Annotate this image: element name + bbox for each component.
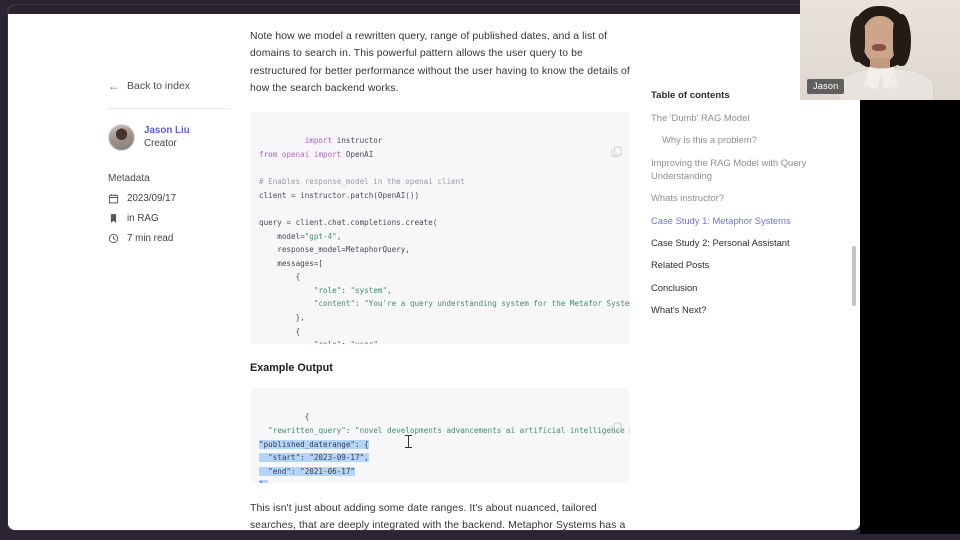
table-of-contents: Table of contents The 'Dumb' RAG Model W… <box>651 90 811 325</box>
toc-item-why-is-this-a-problem[interactable]: Why is this a problem? <box>651 133 811 146</box>
scrollbar-thumb[interactable] <box>852 246 856 306</box>
toc-item-whats-instructor[interactable]: Whats instructor? <box>651 191 811 204</box>
bookmark-icon <box>108 213 119 224</box>
sidebar-divider <box>108 108 230 109</box>
toc-item-dumb-rag-model[interactable]: The 'Dumb' RAG Model <box>651 111 811 124</box>
shared-browser-window: ← Back to index Jason Liu Creator Metada… <box>8 5 860 530</box>
calendar-icon <box>108 193 119 204</box>
webcam-person-mouth <box>872 44 886 51</box>
toc-item-conclusion[interactable]: Conclusion <box>651 281 811 294</box>
author-block: Jason Liu Creator <box>108 124 230 151</box>
toc-item-case-study-2[interactable]: Case Study 2: Personal Assistant <box>651 236 811 249</box>
avatar <box>108 124 135 151</box>
back-to-index-link[interactable]: ← Back to index <box>108 80 230 92</box>
copy-icon[interactable] <box>611 119 622 158</box>
toc-item-improving-rag-model[interactable]: Improving the RAG Model with Query Under… <box>651 156 811 183</box>
toc-heading: Table of contents <box>651 90 730 101</box>
json-output-block[interactable]: { "rewritten_query": "novel developments… <box>250 387 630 483</box>
example-output-heading: Example Output <box>250 361 333 374</box>
python-code-block[interactable]: import instructor from openai import Ope… <box>250 111 630 344</box>
participant-name-badge: Jason <box>807 79 845 94</box>
back-to-index-label: Back to index <box>127 80 191 92</box>
webcam-person-hair-left <box>850 16 865 62</box>
article-sidebar: ← Back to index Jason Liu Creator Metada… <box>108 80 230 244</box>
metadata-row-category: in RAG <box>108 213 230 224</box>
closing-paragraph: This isn't just about adding some date r… <box>250 502 626 530</box>
article-body: Note how we model a rewritten query, ran… <box>250 28 630 530</box>
arrow-left-icon: ← <box>108 79 120 93</box>
video-stage-background <box>860 100 960 540</box>
window-titlebar <box>8 5 860 14</box>
screen-share-view: ← Back to index Jason Liu Creator Metada… <box>0 0 960 540</box>
metadata-date: 2023/09/17 <box>127 193 177 204</box>
webcam-person-hair-right <box>893 14 911 66</box>
metadata-row-date: 2023/09/17 <box>108 193 230 204</box>
author-role: Creator <box>144 137 177 149</box>
clock-icon <box>108 233 119 244</box>
author-name[interactable]: Jason Liu <box>144 125 190 138</box>
article-page: ← Back to index Jason Liu Creator Metada… <box>8 14 860 530</box>
copy-icon[interactable] <box>611 395 622 434</box>
toc-item-whats-next[interactable]: What's Next? <box>651 303 811 316</box>
metadata-category: in RAG <box>127 213 159 224</box>
metadata-heading: Metadata <box>108 173 150 184</box>
toc-item-related-posts[interactable]: Related Posts <box>651 258 811 271</box>
intro-paragraph: Note how we model a rewritten query, ran… <box>250 31 630 95</box>
metadata-readtime: 7 min read <box>127 233 174 244</box>
toc-item-case-study-1[interactable]: Case Study 1: Metaphor Systems <box>651 214 811 227</box>
webcam-tile[interactable]: Jason <box>800 0 960 100</box>
metadata-row-readtime: 7 min read <box>108 233 230 244</box>
stage-bottom-bar <box>0 534 960 540</box>
